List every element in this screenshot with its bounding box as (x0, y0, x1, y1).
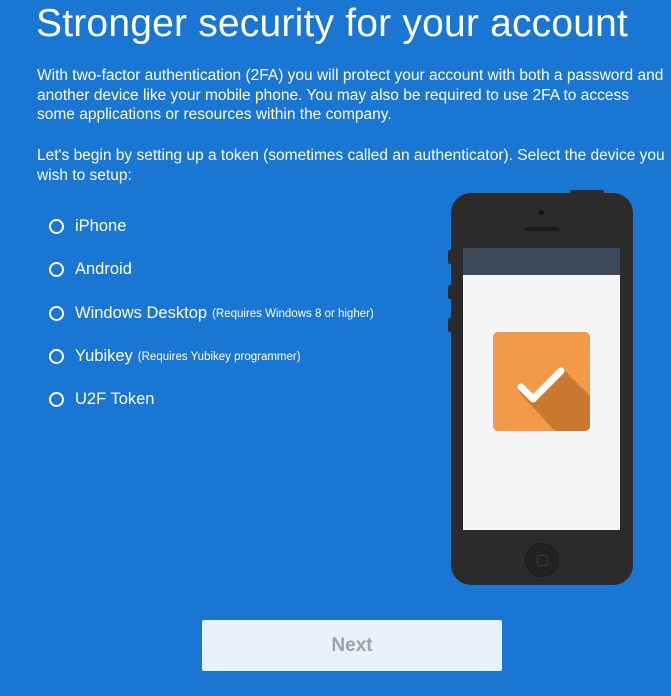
radio-button[interactable] (49, 391, 64, 407)
option-android[interactable]: Android (49, 257, 137, 281)
phone-camera-icon (539, 210, 544, 215)
intro-text: With two-factor authentication (2FA) you… (37, 67, 664, 123)
phone-speaker (525, 227, 559, 231)
option-label: U2F Token (75, 389, 155, 408)
instruction-text: Let's begin by setting up a token (somet… (37, 147, 665, 184)
radio-button[interactable] (49, 305, 64, 321)
radio-button[interactable] (49, 261, 64, 277)
checkmark-tile (493, 332, 590, 431)
option-label: Windows Desktop (75, 303, 208, 322)
option-u2f-token[interactable]: U2F Token (49, 387, 160, 411)
option-label: Yubikey (75, 346, 133, 365)
screen-header-bar (463, 248, 620, 275)
checkmark-icon (517, 367, 590, 431)
radio-button[interactable] (49, 218, 64, 234)
next-button[interactable]: Next (202, 620, 502, 671)
option-note: (Requires Yubikey programmer) (137, 351, 301, 363)
option-label: iPhone (75, 216, 127, 235)
option-iphone[interactable]: iPhone (49, 214, 131, 238)
radio-button[interactable] (49, 348, 64, 364)
phone-screen (463, 248, 620, 530)
option-yubikey[interactable]: Yubikey (Requires Yubikey programmer) (49, 344, 301, 368)
option-note: (Requires Windows 8 or higher) (212, 308, 374, 320)
home-button-icon (525, 543, 559, 577)
option-windows-desktop[interactable]: Windows Desktop (Requires Windows 8 or h… (49, 301, 374, 325)
page-title: Stronger security for your account (36, 2, 629, 45)
phone-illustration (451, 193, 633, 585)
option-label: Android (75, 259, 132, 278)
